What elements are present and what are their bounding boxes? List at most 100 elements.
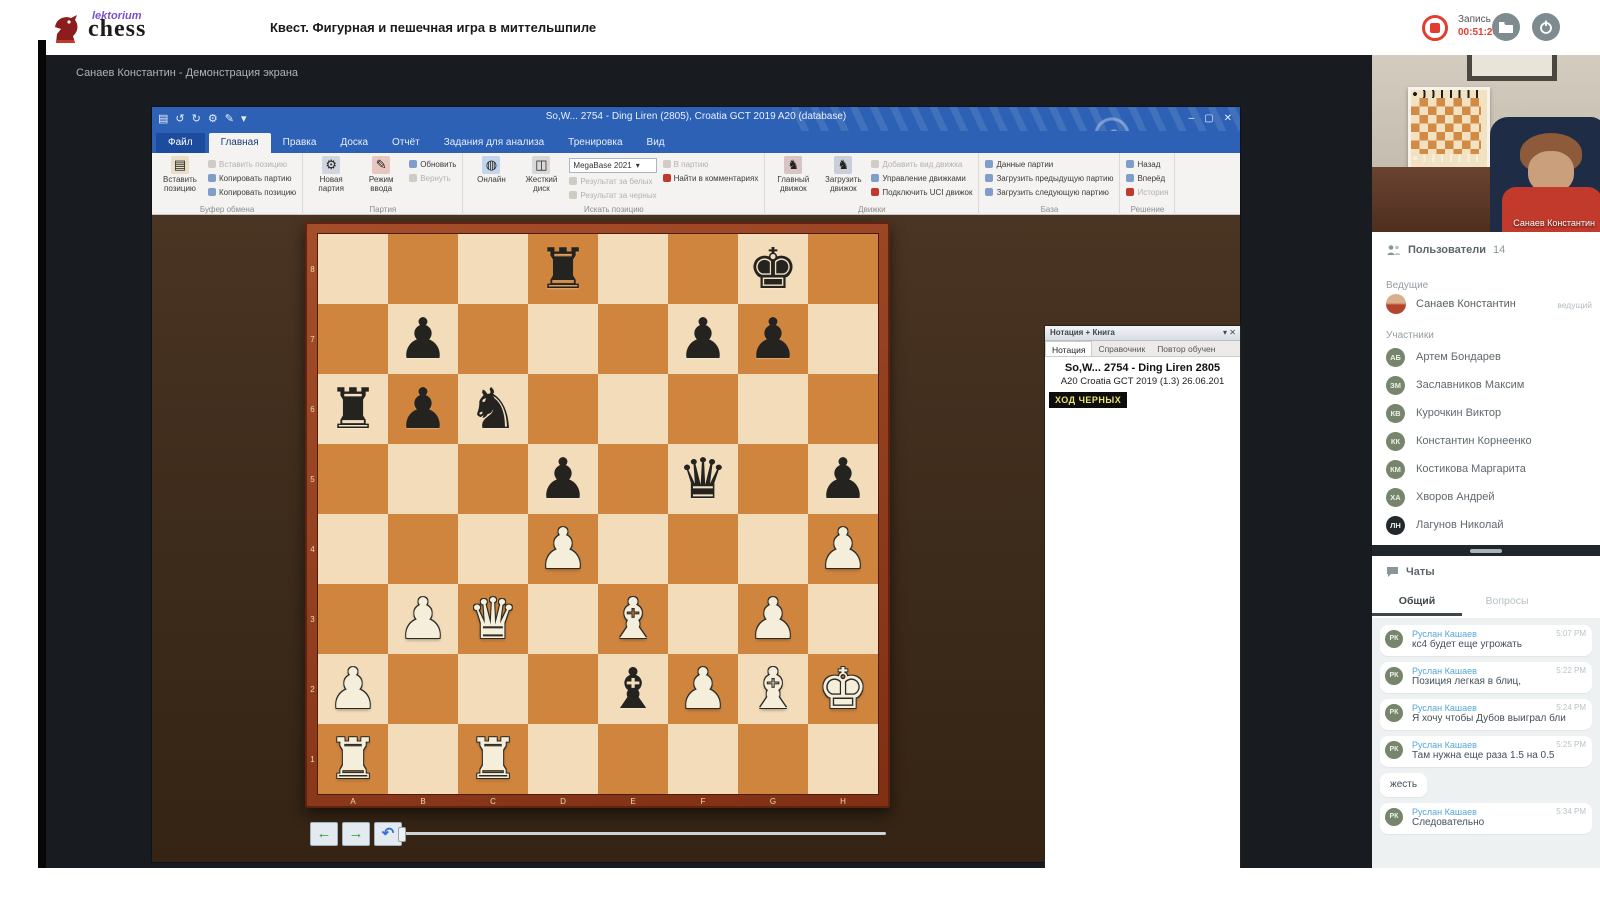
notation-tab-справочник[interactable]: Справочник <box>1092 341 1151 356</box>
white-rook-a1[interactable]: ♜ <box>318 724 388 794</box>
menu-tab-правка[interactable]: Правка <box>271 133 329 153</box>
ribbon-small-button[interactable]: Обновить <box>409 158 456 170</box>
white-pawn-g3[interactable]: ♟ <box>738 584 808 654</box>
notation-panel-header[interactable]: Нотация + Книга ▾ ✕ <box>1045 326 1240 341</box>
chat-tab-общий[interactable]: Общий <box>1372 590 1462 616</box>
black-pawn-g7[interactable]: ♟ <box>738 304 808 374</box>
square-g6[interactable] <box>738 374 808 444</box>
member-row[interactable]: КМКостикова Маргарита <box>1386 460 1592 484</box>
square-a3[interactable] <box>318 584 388 654</box>
member-row[interactable]: ЗМЗаславников Максим <box>1386 376 1592 400</box>
white-pawn-f2[interactable]: ♟ <box>668 654 738 724</box>
chat-message[interactable]: РКРуслан Кашаев5:24 PMЯ хочу чтобы Дубов… <box>1380 699 1592 730</box>
black-rook-d8[interactable]: ♜ <box>528 234 598 304</box>
member-row[interactable]: КВКурочкин Виктор <box>1386 404 1592 428</box>
black-queen-f5[interactable]: ♛ <box>668 444 738 514</box>
database-dropdown[interactable]: MegaBase 2021▾ <box>569 158 656 173</box>
white-queen-c3[interactable]: ♛ <box>458 584 528 654</box>
ribbon-small-button[interactable]: Копировать позицию <box>208 186 296 198</box>
square-b2[interactable] <box>388 654 458 724</box>
square-d1[interactable] <box>528 724 598 794</box>
square-e7[interactable] <box>598 304 668 374</box>
square-c5[interactable] <box>458 444 528 514</box>
chat-message[interactable]: РКРуслан Кашаев5:07 PMкс4 будет еще угро… <box>1380 625 1592 656</box>
next-move-button[interactable]: → <box>342 822 370 846</box>
square-e4[interactable] <box>598 514 668 584</box>
square-h1[interactable] <box>808 724 878 794</box>
black-bishop-e2[interactable]: ♝ <box>598 654 668 724</box>
chat-messages[interactable]: РКРуслан Кашаев5:07 PMкс4 будет еще угро… <box>1372 618 1600 868</box>
white-bishop-g2[interactable]: ♝ <box>738 654 808 724</box>
chat-message[interactable]: жесть <box>1380 773 1427 797</box>
square-h3[interactable] <box>808 584 878 654</box>
chess-board[interactable]: ♜♚♟♟♟♜♟♞♟♛♟♟♟♟♛♝♟♟♝♟♝♚♜♜ <box>318 234 878 794</box>
ribbon-small-button[interactable]: Вперёд <box>1126 172 1168 184</box>
black-pawn-f7[interactable]: ♟ <box>668 304 738 374</box>
square-c2[interactable] <box>458 654 528 724</box>
menu-tab-доска[interactable]: Доска <box>328 133 380 153</box>
black-pawn-h5[interactable]: ♟ <box>808 444 878 514</box>
chat-message[interactable]: РКРуслан Кашаев5:22 PMПозиция легкая в б… <box>1380 662 1592 693</box>
square-g5[interactable] <box>738 444 808 514</box>
menu-tab-задания-для-анализа[interactable]: Задания для анализа <box>432 133 556 153</box>
square-e8[interactable] <box>598 234 668 304</box>
square-e6[interactable] <box>598 374 668 444</box>
menu-tab-отчёт[interactable]: Отчёт <box>380 133 432 153</box>
minimize-icon[interactable]: – <box>1189 110 1195 128</box>
square-f3[interactable] <box>668 584 738 654</box>
square-b4[interactable] <box>388 514 458 584</box>
maximize-icon[interactable]: ▢ <box>1204 110 1213 128</box>
ribbon-small-button[interactable]: Данные партии <box>985 158 1113 170</box>
notation-tab-нотация[interactable]: Нотация <box>1045 341 1092 356</box>
game-slider-track[interactable] <box>400 832 886 835</box>
prev-move-button[interactable]: ← <box>310 822 338 846</box>
square-a7[interactable] <box>318 304 388 374</box>
white-pawn-a2[interactable]: ♟ <box>318 654 388 724</box>
window-titlebar[interactable]: ▤↺↻⚙✎▾ So,W... 2754 - Ding Liren (2805),… <box>152 107 1240 131</box>
square-h8[interactable] <box>808 234 878 304</box>
ribbon-small-button[interactable]: Назад <box>1126 158 1168 170</box>
white-rook-c1[interactable]: ♜ <box>458 724 528 794</box>
member-row[interactable]: АБАртем Бондарев <box>1386 348 1592 372</box>
logo[interactable]: lektorium chess <box>48 8 248 50</box>
white-pawn-h4[interactable]: ♟ <box>808 514 878 584</box>
square-b1[interactable] <box>388 724 458 794</box>
ribbon-small-button[interactable]: Загрузить следующую партию <box>985 186 1113 198</box>
square-c4[interactable] <box>458 514 528 584</box>
menu-tab-главная[interactable]: Главная <box>209 133 271 153</box>
square-f1[interactable] <box>668 724 738 794</box>
square-f8[interactable] <box>668 234 738 304</box>
square-a4[interactable] <box>318 514 388 584</box>
chat-message[interactable]: РКРуслан Кашаев5:25 PMТам нужна еще раза… <box>1380 736 1592 767</box>
square-g1[interactable] <box>738 724 808 794</box>
square-h7[interactable] <box>808 304 878 374</box>
menu-tab-вид[interactable]: Вид <box>635 133 677 153</box>
member-row[interactable]: ЛНЛагунов Николай <box>1386 516 1592 540</box>
notation-tab-повтор-обучен[interactable]: Повтор обучен <box>1151 341 1221 356</box>
chat-tab-вопросы[interactable]: Вопросы <box>1462 590 1552 616</box>
square-d7[interactable] <box>528 304 598 374</box>
menu-tab-тренировка[interactable]: Тренировка <box>556 133 634 153</box>
square-a5[interactable] <box>318 444 388 514</box>
ribbon-small-button[interactable]: Управление движками <box>871 172 972 184</box>
square-d3[interactable] <box>528 584 598 654</box>
close-icon[interactable]: ✕ <box>1224 110 1232 128</box>
square-h6[interactable] <box>808 374 878 444</box>
ribbon-small-button[interactable]: Найти в комментариях <box>663 172 759 184</box>
black-pawn-d5[interactable]: ♟ <box>528 444 598 514</box>
member-row[interactable]: КККонстантин Корнеенко <box>1386 432 1592 456</box>
square-c7[interactable] <box>458 304 528 374</box>
game-slider-handle[interactable] <box>398 827 406 842</box>
white-king-h2[interactable]: ♚ <box>808 654 878 724</box>
member-row[interactable]: ХАХворов Андрей <box>1386 488 1592 512</box>
files-button[interactable] <box>1492 13 1520 41</box>
menu-tab-файл[interactable]: Файл <box>156 133 205 153</box>
black-rook-a6[interactable]: ♜ <box>318 374 388 444</box>
ribbon-small-button[interactable]: Загрузить предыдущую партию <box>985 172 1113 184</box>
square-d6[interactable] <box>528 374 598 444</box>
panel-menu-icons[interactable]: ▾ ✕ <box>1223 328 1236 337</box>
divider-handle[interactable] <box>1470 549 1502 553</box>
black-pawn-b7[interactable]: ♟ <box>388 304 458 374</box>
black-knight-c6[interactable]: ♞ <box>458 374 528 444</box>
ribbon-small-button[interactable]: Подключить UCI движок <box>871 186 972 198</box>
